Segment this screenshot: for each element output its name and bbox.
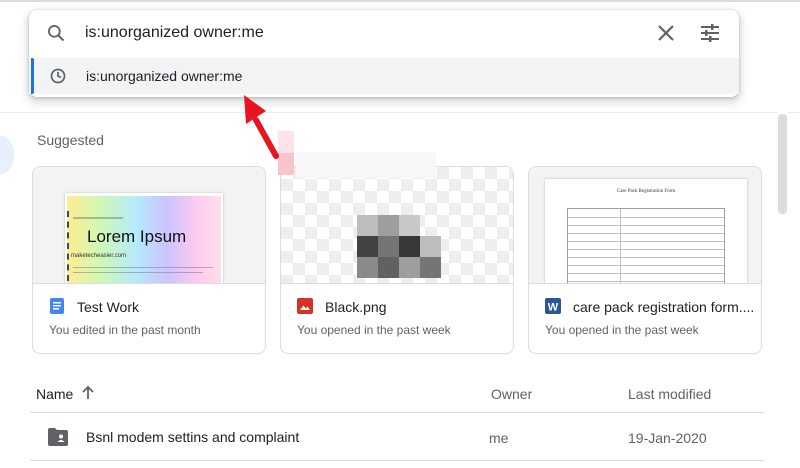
card-thumbnail: Lorem Ipsum maketecheasier.com: [33, 167, 265, 284]
card-name: care pack registration form....: [573, 299, 755, 315]
pixel-block: [420, 236, 441, 257]
pixel-block: [399, 236, 420, 257]
annotation-arrow-icon: [244, 95, 279, 159]
top-border: [0, 0, 800, 2]
suggested-card-test-work[interactable]: Lorem Ipsum maketecheasier.com Test Work…: [32, 166, 266, 354]
column-header-name[interactable]: Name: [36, 386, 73, 402]
suggested-card-care-pack-form[interactable]: Care Pack Registration Form W care pack …: [528, 166, 762, 354]
new-button-edge[interactable]: [0, 135, 14, 175]
file-owner: me: [489, 430, 509, 446]
suggested-heading: Suggested: [37, 132, 104, 148]
text-line: [73, 217, 123, 219]
pixel-block: [399, 215, 420, 236]
close-icon[interactable]: [654, 21, 678, 45]
suggestion-text: is:unorganized owner:me: [86, 68, 243, 84]
column-header-owner[interactable]: Owner: [491, 386, 532, 402]
search-icon[interactable]: [46, 23, 66, 43]
table-row-line: [568, 217, 724, 218]
card-thumbnail: Care Pack Registration Form: [529, 167, 761, 284]
pixel-block: [378, 215, 399, 236]
table-row-line: [568, 265, 724, 266]
file-list-header: Name Owner Last modified: [30, 372, 764, 413]
shared-folder-icon: [48, 428, 68, 446]
pixel-block: [399, 257, 420, 278]
search-suggestion-item[interactable]: is:unorganized owner:me: [29, 58, 739, 94]
table-row-line: [568, 249, 724, 250]
blurred-area: [296, 152, 436, 178]
thumb-site-text: maketecheasier.com: [71, 253, 127, 259]
card-subtitle: You opened in the past week: [297, 323, 451, 337]
pixel-block: [357, 257, 378, 278]
pixel-block: [378, 257, 399, 278]
text-line: [73, 272, 203, 273]
table-row-line: [568, 273, 724, 274]
text-line: [73, 267, 213, 268]
table-row-line: [568, 257, 724, 258]
word-file-icon: W: [545, 298, 561, 314]
card-name: Black.png: [325, 299, 387, 315]
card-subtitle: You opened in the past week: [545, 323, 699, 337]
card-subtitle: You edited in the past month: [49, 323, 201, 337]
file-last-modified: 19-Jan-2020: [628, 430, 707, 446]
google-docs-icon: [50, 298, 64, 314]
table-row-line: [568, 281, 724, 282]
search-bar: [29, 10, 739, 56]
card-name: Test Work: [77, 299, 139, 315]
focus-indicator: [31, 58, 34, 94]
table-row-line: [568, 225, 724, 226]
suggested-card-black-png[interactable]: Black.png You opened in the past week: [280, 166, 514, 354]
table-row-line: [568, 233, 724, 234]
image-file-icon: [297, 298, 313, 314]
column-header-last-modified[interactable]: Last modified: [628, 386, 711, 402]
card-thumbnail: [281, 167, 513, 284]
pixel-block: [420, 257, 441, 278]
sort-arrow-up-icon[interactable]: [80, 385, 96, 401]
search-options-icon[interactable]: [698, 21, 722, 45]
file-name: Bsnl modem settins and complaint: [86, 429, 300, 445]
table-row[interactable]: Bsnl modem settins and complaint me 19-J…: [30, 413, 764, 461]
scrollbar-thumb[interactable]: [778, 114, 787, 214]
dashed-border: [67, 211, 69, 281]
thumb-lorem-text: Lorem Ipsum: [87, 227, 187, 246]
form-title: Care Pack Registration Form: [617, 189, 676, 194]
header-divider: [0, 112, 800, 113]
search-input[interactable]: [85, 20, 645, 46]
search-dropdown: is:unorganized owner:me: [29, 10, 739, 97]
table-row-line: [568, 241, 724, 242]
pixel-block: [357, 215, 378, 236]
form-table: [567, 208, 725, 283]
pixel-block: [357, 236, 378, 257]
doc-page-preview: Care Pack Registration Form: [545, 179, 747, 283]
svg-text:W: W: [548, 302, 559, 314]
pixel-block: [378, 236, 399, 257]
history-icon: [50, 68, 66, 84]
